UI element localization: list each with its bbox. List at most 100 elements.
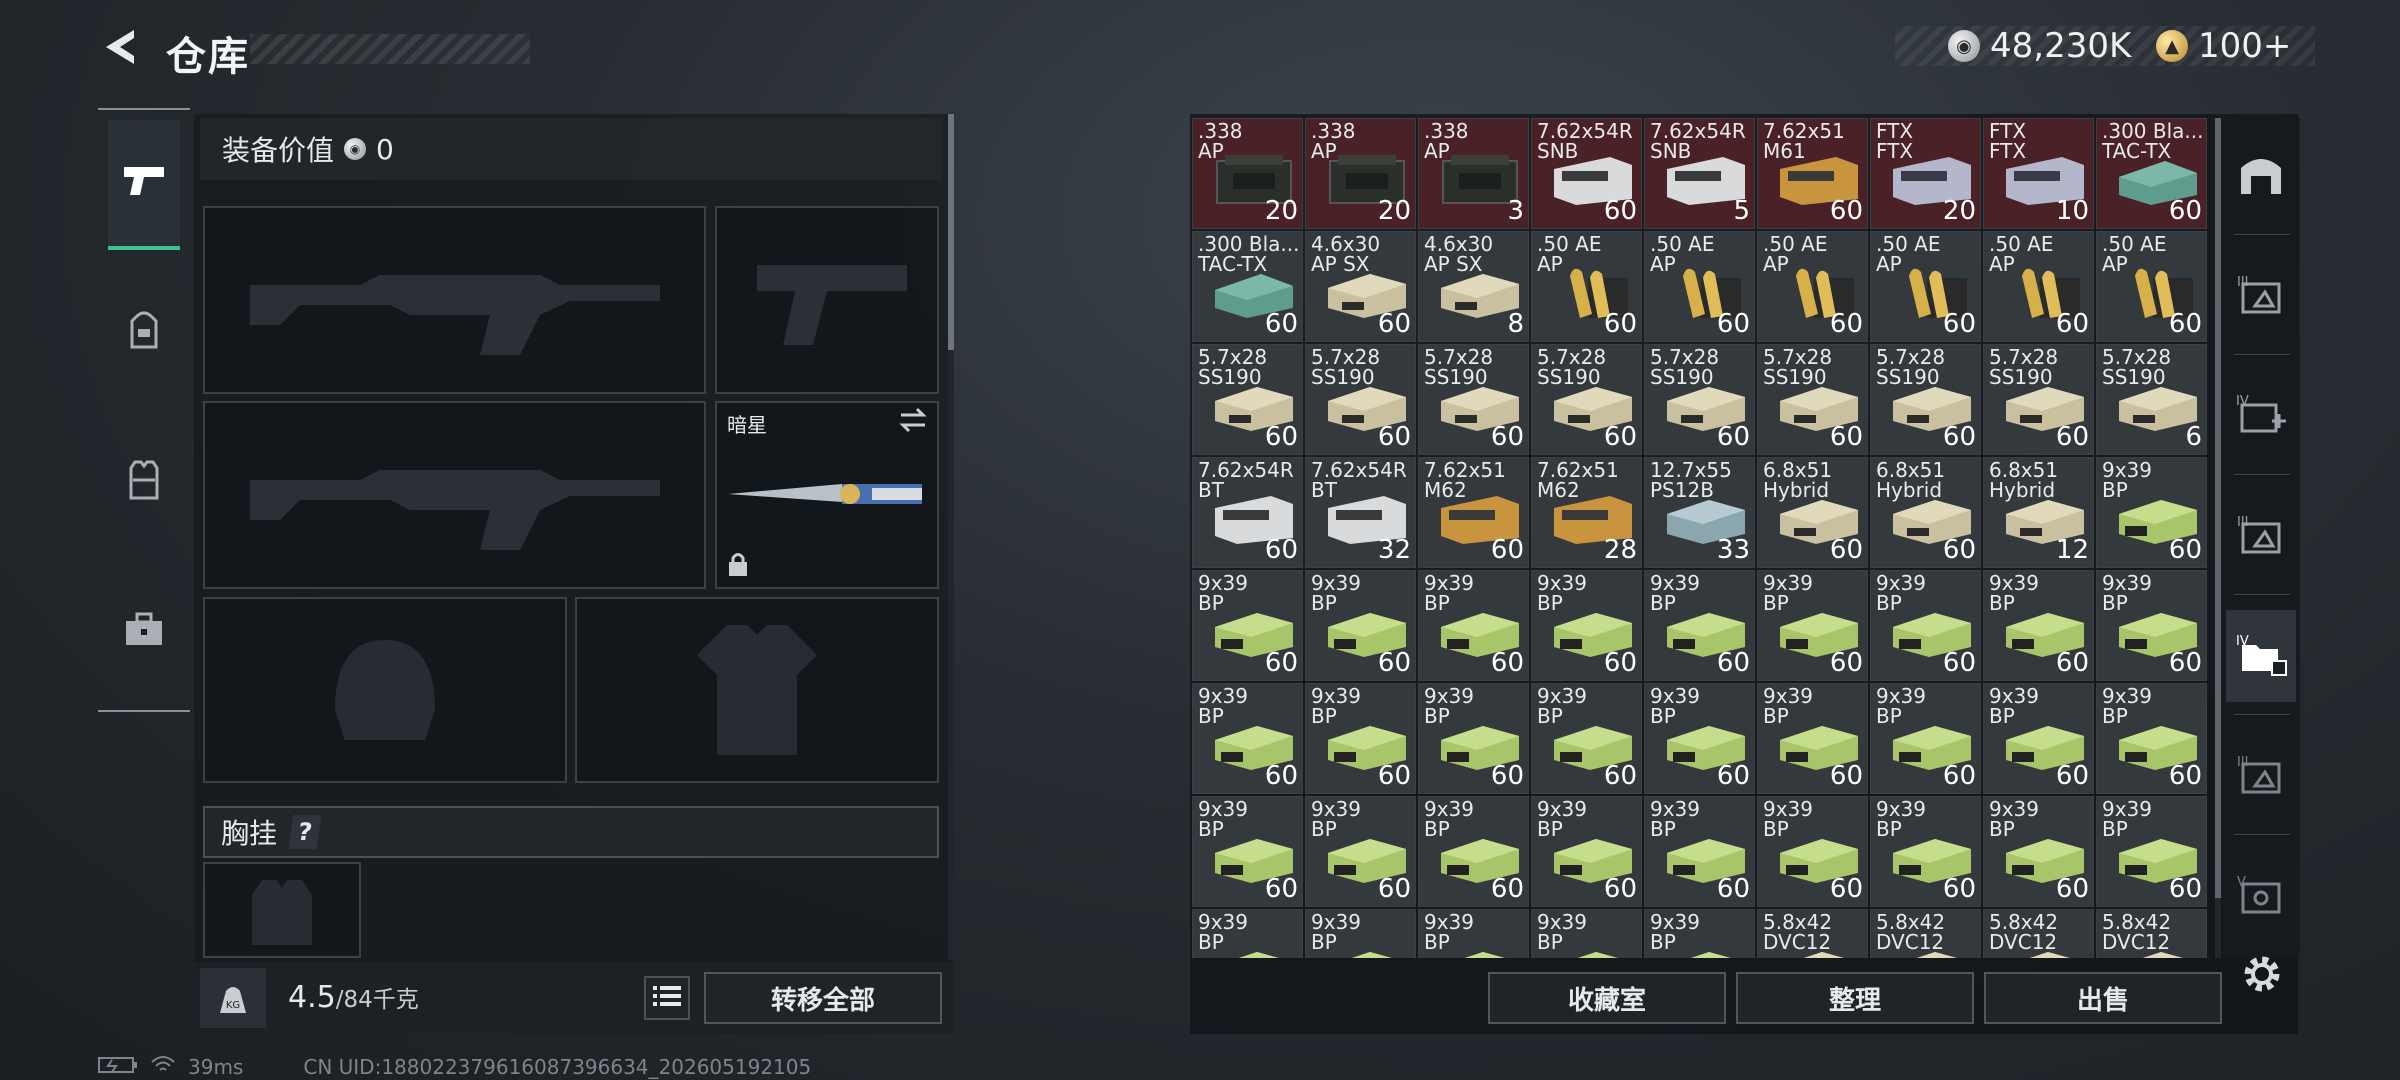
tab-stash-3b[interactable]: III (2226, 490, 2296, 582)
stash-item[interactable]: 6.8x51 Hybrid 60 (1757, 457, 1868, 568)
stash-item[interactable]: .50 AE AP 60 (1644, 231, 1755, 342)
stash-item[interactable]: 9x39 BP 60 (1644, 796, 1755, 907)
stash-item[interactable]: 9x39 BP 60 (2096, 796, 2207, 907)
sell-button[interactable]: 出售 (1984, 972, 2222, 1024)
sort-button[interactable]: 整理 (1736, 972, 1974, 1024)
stash-item[interactable]: 9x39 BP 60 (1644, 570, 1755, 681)
stash-item[interactable]: 9x39 BP 60 (1870, 683, 1981, 794)
stash-item[interactable]: FTX FTX 20 (1870, 118, 1981, 229)
pistol-slot[interactable] (715, 206, 939, 394)
stash-item[interactable]: .338 AP 3 (1418, 118, 1529, 229)
stash-item[interactable]: 9x39 BP 60 (1757, 796, 1868, 907)
stash-item[interactable]: 5.8x42 DVC12 (2096, 909, 2207, 958)
stash-item[interactable]: 9x39 BP 60 (1983, 570, 2094, 681)
stash-item[interactable]: 5.7x28 SS190 60 (1983, 344, 2094, 455)
stash-item[interactable]: .338 AP 20 (1305, 118, 1416, 229)
stash-item[interactable]: .50 AE AP 60 (1757, 231, 1868, 342)
stash-item[interactable]: 9x39 BP 60 (1305, 796, 1416, 907)
tab-all-stash[interactable] (2226, 130, 2296, 222)
stash-item[interactable]: 9x39 BP 60 (1192, 796, 1303, 907)
help-button[interactable]: ? (288, 815, 322, 849)
stash-item[interactable]: 9x39 BP 60 (1757, 683, 1868, 794)
stash-item[interactable]: 9x39 BP 60 (1531, 570, 1642, 681)
back-button[interactable] (96, 26, 144, 72)
stash-item[interactable]: 6.8x51 Hybrid 60 (1870, 457, 1981, 568)
stash-item[interactable]: 9x39 BP (1305, 909, 1416, 958)
stash-item[interactable]: 7.62x51 M62 28 (1531, 457, 1642, 568)
stash-item[interactable]: 6.8x51 Hybrid 12 (1983, 457, 2094, 568)
stash-item[interactable]: 9x39 BP 60 (1757, 570, 1868, 681)
stash-item[interactable]: 9x39 BP 60 (1418, 683, 1529, 794)
stash-item[interactable]: 5.7x28 SS190 60 (1757, 344, 1868, 455)
stash-item[interactable]: .50 AE AP 60 (1531, 231, 1642, 342)
tab-stash-3[interactable]: III (2226, 250, 2296, 342)
stash-item[interactable]: 9x39 BP 60 (1531, 683, 1642, 794)
stash-item[interactable]: 9x39 BP (1418, 909, 1529, 958)
stash-item[interactable]: FTX FTX 10 (1983, 118, 2094, 229)
stash-item[interactable]: 5.7x28 SS190 6 (2096, 344, 2207, 455)
tab-vest[interactable] (108, 416, 180, 546)
stash-item[interactable]: 5.7x28 SS190 60 (1531, 344, 1642, 455)
tab-stash-3c[interactable]: III (2226, 730, 2296, 822)
collection-room-button[interactable]: 收藏室 (1488, 972, 1726, 1024)
stash-item[interactable]: 7.62x54R BT 32 (1305, 457, 1416, 568)
stash-scrollbar-thumb[interactable] (2215, 118, 2221, 898)
stash-item[interactable]: .50 AE AP 60 (2096, 231, 2207, 342)
stash-item[interactable]: 9x39 BP 60 (1305, 683, 1416, 794)
tab-stash-5[interactable]: V (2226, 850, 2296, 942)
stash-item[interactable]: 12.7x55 PS12B 33 (1644, 457, 1755, 568)
tab-stash-4-add[interactable]: IV (2226, 370, 2296, 462)
secondary-weapon-slot[interactable] (203, 401, 706, 589)
stash-item[interactable]: 9x39 BP (1531, 909, 1642, 958)
stash-item[interactable]: 9x39 BP 60 (1305, 570, 1416, 681)
stash-item[interactable]: 9x39 BP 60 (2096, 570, 2207, 681)
stash-item[interactable]: 9x39 BP 60 (2096, 457, 2207, 568)
chest-rig-slot[interactable] (203, 862, 361, 958)
stash-item[interactable]: 7.62x54R SNB 5 (1644, 118, 1755, 229)
stash-item[interactable]: 9x39 BP (1192, 909, 1303, 958)
stash-item[interactable]: .300 Bla... TAC-TX 60 (1192, 231, 1303, 342)
stash-item[interactable]: 9x39 BP 60 (1531, 796, 1642, 907)
stash-item[interactable]: 4.6x30 AP SX 8 (1418, 231, 1529, 342)
stash-item[interactable]: 9x39 BP 60 (1870, 796, 1981, 907)
stash-item[interactable]: 5.8x42 DVC12 (1757, 909, 1868, 958)
loadout-scrollbar-thumb[interactable] (948, 114, 954, 350)
gold-currency[interactable]: ▲ 100+ (2156, 26, 2291, 66)
stash-item[interactable]: 5.7x28 SS190 60 (1644, 344, 1755, 455)
stash-item[interactable]: .50 AE AP 60 (1983, 231, 2094, 342)
stash-item[interactable]: 5.7x28 SS190 60 (1305, 344, 1416, 455)
stash-item[interactable]: 9x39 BP 60 (1983, 796, 2094, 907)
stash-item[interactable]: 9x39 BP 60 (1418, 796, 1529, 907)
primary-weapon-slot[interactable] (203, 206, 706, 394)
tab-case[interactable] (108, 566, 180, 696)
stash-item[interactable]: 7.62x51 M62 60 (1418, 457, 1529, 568)
stash-item[interactable]: .300 Bla... TAC-TX 60 (2096, 118, 2207, 229)
stash-item[interactable]: 9x39 BP (1644, 909, 1755, 958)
stash-item[interactable]: 9x39 BP 60 (1870, 570, 1981, 681)
stash-item[interactable]: 5.7x28 SS190 60 (1192, 344, 1303, 455)
stash-item[interactable]: 7.62x54R SNB 60 (1531, 118, 1642, 229)
helmet-slot[interactable] (203, 597, 567, 783)
stash-item[interactable]: .338 AP 20 (1192, 118, 1303, 229)
stash-item[interactable]: 9x39 BP 60 (2096, 683, 2207, 794)
stash-item[interactable]: 7.62x51 M61 60 (1757, 118, 1868, 229)
stash-item[interactable]: .50 AE AP 60 (1870, 231, 1981, 342)
tab-stash-4-active[interactable]: IV (2226, 610, 2296, 702)
tab-backpack[interactable] (108, 266, 180, 396)
stash-item[interactable]: 7.62x54R BT 60 (1192, 457, 1303, 568)
tab-weapons[interactable] (108, 120, 180, 250)
stash-item[interactable]: 5.8x42 DVC12 (1983, 909, 2094, 958)
stash-item[interactable]: 4.6x30 AP SX 60 (1305, 231, 1416, 342)
stash-item[interactable]: 9x39 BP 60 (1192, 683, 1303, 794)
transfer-all-button[interactable]: 转移全部 (704, 972, 942, 1024)
settings-button[interactable] (2236, 950, 2288, 1002)
stash-item[interactable]: 9x39 BP 60 (1644, 683, 1755, 794)
stash-item[interactable]: 5.8x42 DVC12 (1870, 909, 1981, 958)
melee-slot[interactable]: 暗星 (715, 401, 939, 589)
stash-item[interactable]: 9x39 BP 60 (1983, 683, 2094, 794)
armor-slot[interactable] (575, 597, 939, 783)
stash-item[interactable]: 5.7x28 SS190 60 (1870, 344, 1981, 455)
stash-item[interactable]: 5.7x28 SS190 60 (1418, 344, 1529, 455)
stash-item[interactable]: 9x39 BP 60 (1418, 570, 1529, 681)
stash-item[interactable]: 9x39 BP 60 (1192, 570, 1303, 681)
